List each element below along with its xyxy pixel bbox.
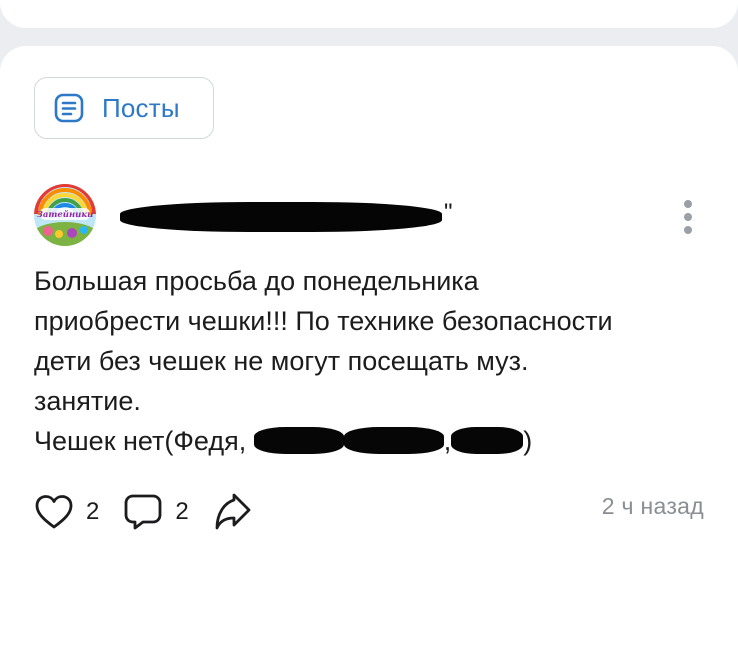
heart-outline-icon <box>35 495 73 529</box>
post-card: Посты Затейники " Большая просьба до пон… <box>0 46 738 646</box>
post-text-line: Большая просьба до понедельника <box>34 266 479 296</box>
avatar-logo-text: Затейники <box>37 209 94 220</box>
share-button[interactable] <box>213 492 255 532</box>
post-actions: 2 2 <box>34 492 279 532</box>
redaction-bar <box>120 202 442 232</box>
kebab-menu-icon[interactable] <box>678 198 698 238</box>
redacted-name <box>451 427 524 455</box>
post-text-line: приобрести чешки!!! По технике безопасно… <box>34 306 613 336</box>
like-button[interactable]: 2 <box>34 494 99 530</box>
redacted-name <box>253 427 344 455</box>
redacted-name <box>343 427 444 455</box>
posts-tab-label: Посты <box>102 92 180 123</box>
like-count: 2 <box>86 498 100 525</box>
comment-button[interactable]: 2 <box>123 493 189 531</box>
author-avatar[interactable]: Затейники <box>34 184 96 246</box>
post-text-line: дети без чешек не могут посещать муз. <box>34 346 529 376</box>
post-timestamp: 2 ч назад <box>601 493 704 519</box>
missing-list-line: Чешек нет(Федя, ,) <box>34 421 724 461</box>
share-arrow-icon <box>215 493 251 530</box>
missing-separator: , <box>443 426 452 456</box>
document-lines-icon <box>54 93 84 123</box>
missing-suffix: ) <box>523 426 533 456</box>
previous-card <box>0 0 738 28</box>
post-text: Большая просьба до понедельника приобрес… <box>34 261 724 461</box>
comment-count: 2 <box>175 498 189 525</box>
author-name-suffix: " <box>444 199 453 226</box>
posts-tab-button[interactable]: Посты <box>34 77 214 139</box>
avatar-image: Затейники <box>34 184 96 246</box>
post-text-line: занятие. <box>34 386 141 416</box>
missing-prefix: Чешек нет(Федя, <box>34 426 247 456</box>
author-name-redacted[interactable]: " <box>120 199 453 233</box>
speech-bubble-icon <box>124 494 162 530</box>
